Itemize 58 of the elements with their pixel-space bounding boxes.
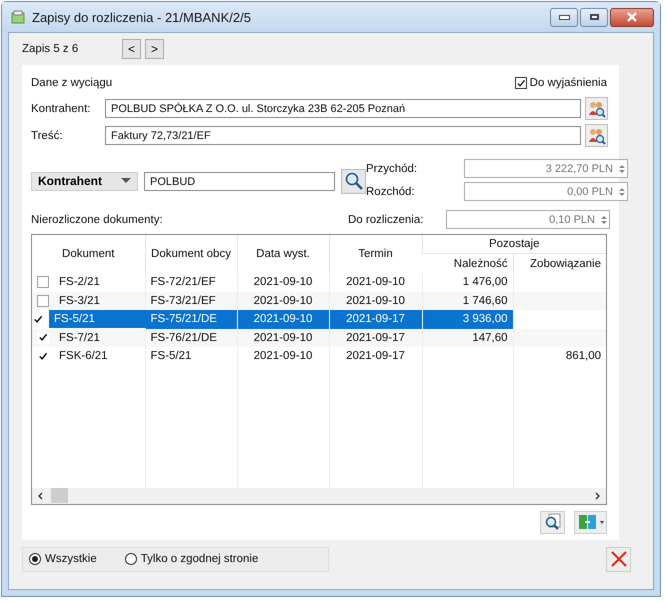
table-cell[interactable]: 2021-09-10 <box>238 310 328 328</box>
field-label: Kontrahent: <box>31 102 92 114</box>
scroll-thumb[interactable] <box>51 488 68 503</box>
row-checkbox[interactable] <box>37 294 49 307</box>
maximize-button[interactable] <box>580 8 608 26</box>
text-field[interactable]: POLBUD SPÓŁKA Z O.O. ul. Storczyka 23B 62-205 Poznań <box>105 99 581 118</box>
table-cell[interactable]: 2021-09-10 <box>242 273 324 292</box>
horizontal-scrollbar[interactable] <box>32 488 606 504</box>
checkmark-icon <box>516 78 526 88</box>
cancel-button[interactable] <box>606 546 631 572</box>
preview-button[interactable] <box>540 510 565 534</box>
amount-label: Rozchód: <box>366 186 416 198</box>
scope-radio[interactable]: Tylko o zgodnej stronie <box>124 552 258 564</box>
search-button[interactable] <box>341 168 366 194</box>
document-icon <box>10 9 26 25</box>
amount-label: Przychód: <box>366 162 418 174</box>
column-group-header: Pozostaje <box>422 235 606 254</box>
column-header[interactable]: Zobowiązanie <box>513 254 606 273</box>
table-cell[interactable]: FSK-6/21 <box>54 347 144 366</box>
amount-label: Do rozliczenia: <box>348 214 424 226</box>
column-header[interactable]: Dokument obcy <box>145 235 237 273</box>
scroll-left-icon[interactable] <box>37 492 45 500</box>
table-cell[interactable]: FS-75/21/DE <box>146 310 236 328</box>
column-header[interactable]: Data wyst. <box>237 235 329 273</box>
table-cell[interactable]: FS-2/21 <box>54 273 144 292</box>
window-title: Zapisy do rozliczenia - 21/MBANK/2/5 <box>32 10 251 24</box>
text-field[interactable]: Faktury 72,73/21/EF <box>105 126 581 145</box>
filter-dropdown[interactable]: Kontrahent <box>31 172 138 190</box>
table-cell[interactable]: 2021-09-10 <box>334 273 416 292</box>
record-counter: Zapis 5 z 6 <box>22 43 80 55</box>
table-cell[interactable]: FS-5/21 <box>150 347 232 366</box>
settle-dropdown-button[interactable] <box>574 510 607 534</box>
scroll-right-icon[interactable] <box>593 492 601 500</box>
table-cell[interactable]: 2021-09-10 <box>242 347 324 366</box>
column-header[interactable]: Dokument <box>32 235 145 273</box>
table-cell[interactable]: 861,00 <box>518 347 601 366</box>
table-cell[interactable]: 2021-09-17 <box>330 310 422 328</box>
field-label: Treść: <box>31 130 64 142</box>
row-checkbox[interactable] <box>37 276 49 288</box>
table-cell[interactable]: 3 936,00 <box>422 310 512 328</box>
column-header[interactable]: Należność <box>422 254 513 273</box>
explanation-checkbox[interactable]: Do wyjaśnienia <box>514 77 607 89</box>
scope-radio[interactable]: Wszystkie <box>29 552 97 564</box>
contacts-lookup-button[interactable] <box>585 124 608 147</box>
table-cell[interactable]: 1 476,00 <box>428 273 508 292</box>
section-heading: Dane z wyciągu <box>31 77 112 89</box>
close-button[interactable] <box>610 8 654 26</box>
minimize-button[interactable] <box>550 8 578 26</box>
caret-icon <box>121 178 131 184</box>
close-icon <box>626 12 638 22</box>
contacts-lookup-button[interactable] <box>585 97 608 120</box>
table-cell[interactable]: 2021-09-17 <box>334 347 416 366</box>
table-cell[interactable]: FS-72/21/EF <box>150 273 232 292</box>
previous-button[interactable]: < <box>122 39 141 59</box>
column-header[interactable]: Termin <box>329 235 422 273</box>
documents-label: Nierozliczone dokumenty: <box>31 214 163 226</box>
filter-field[interactable]: POLBUD <box>144 172 335 190</box>
next-button[interactable]: > <box>145 39 164 59</box>
